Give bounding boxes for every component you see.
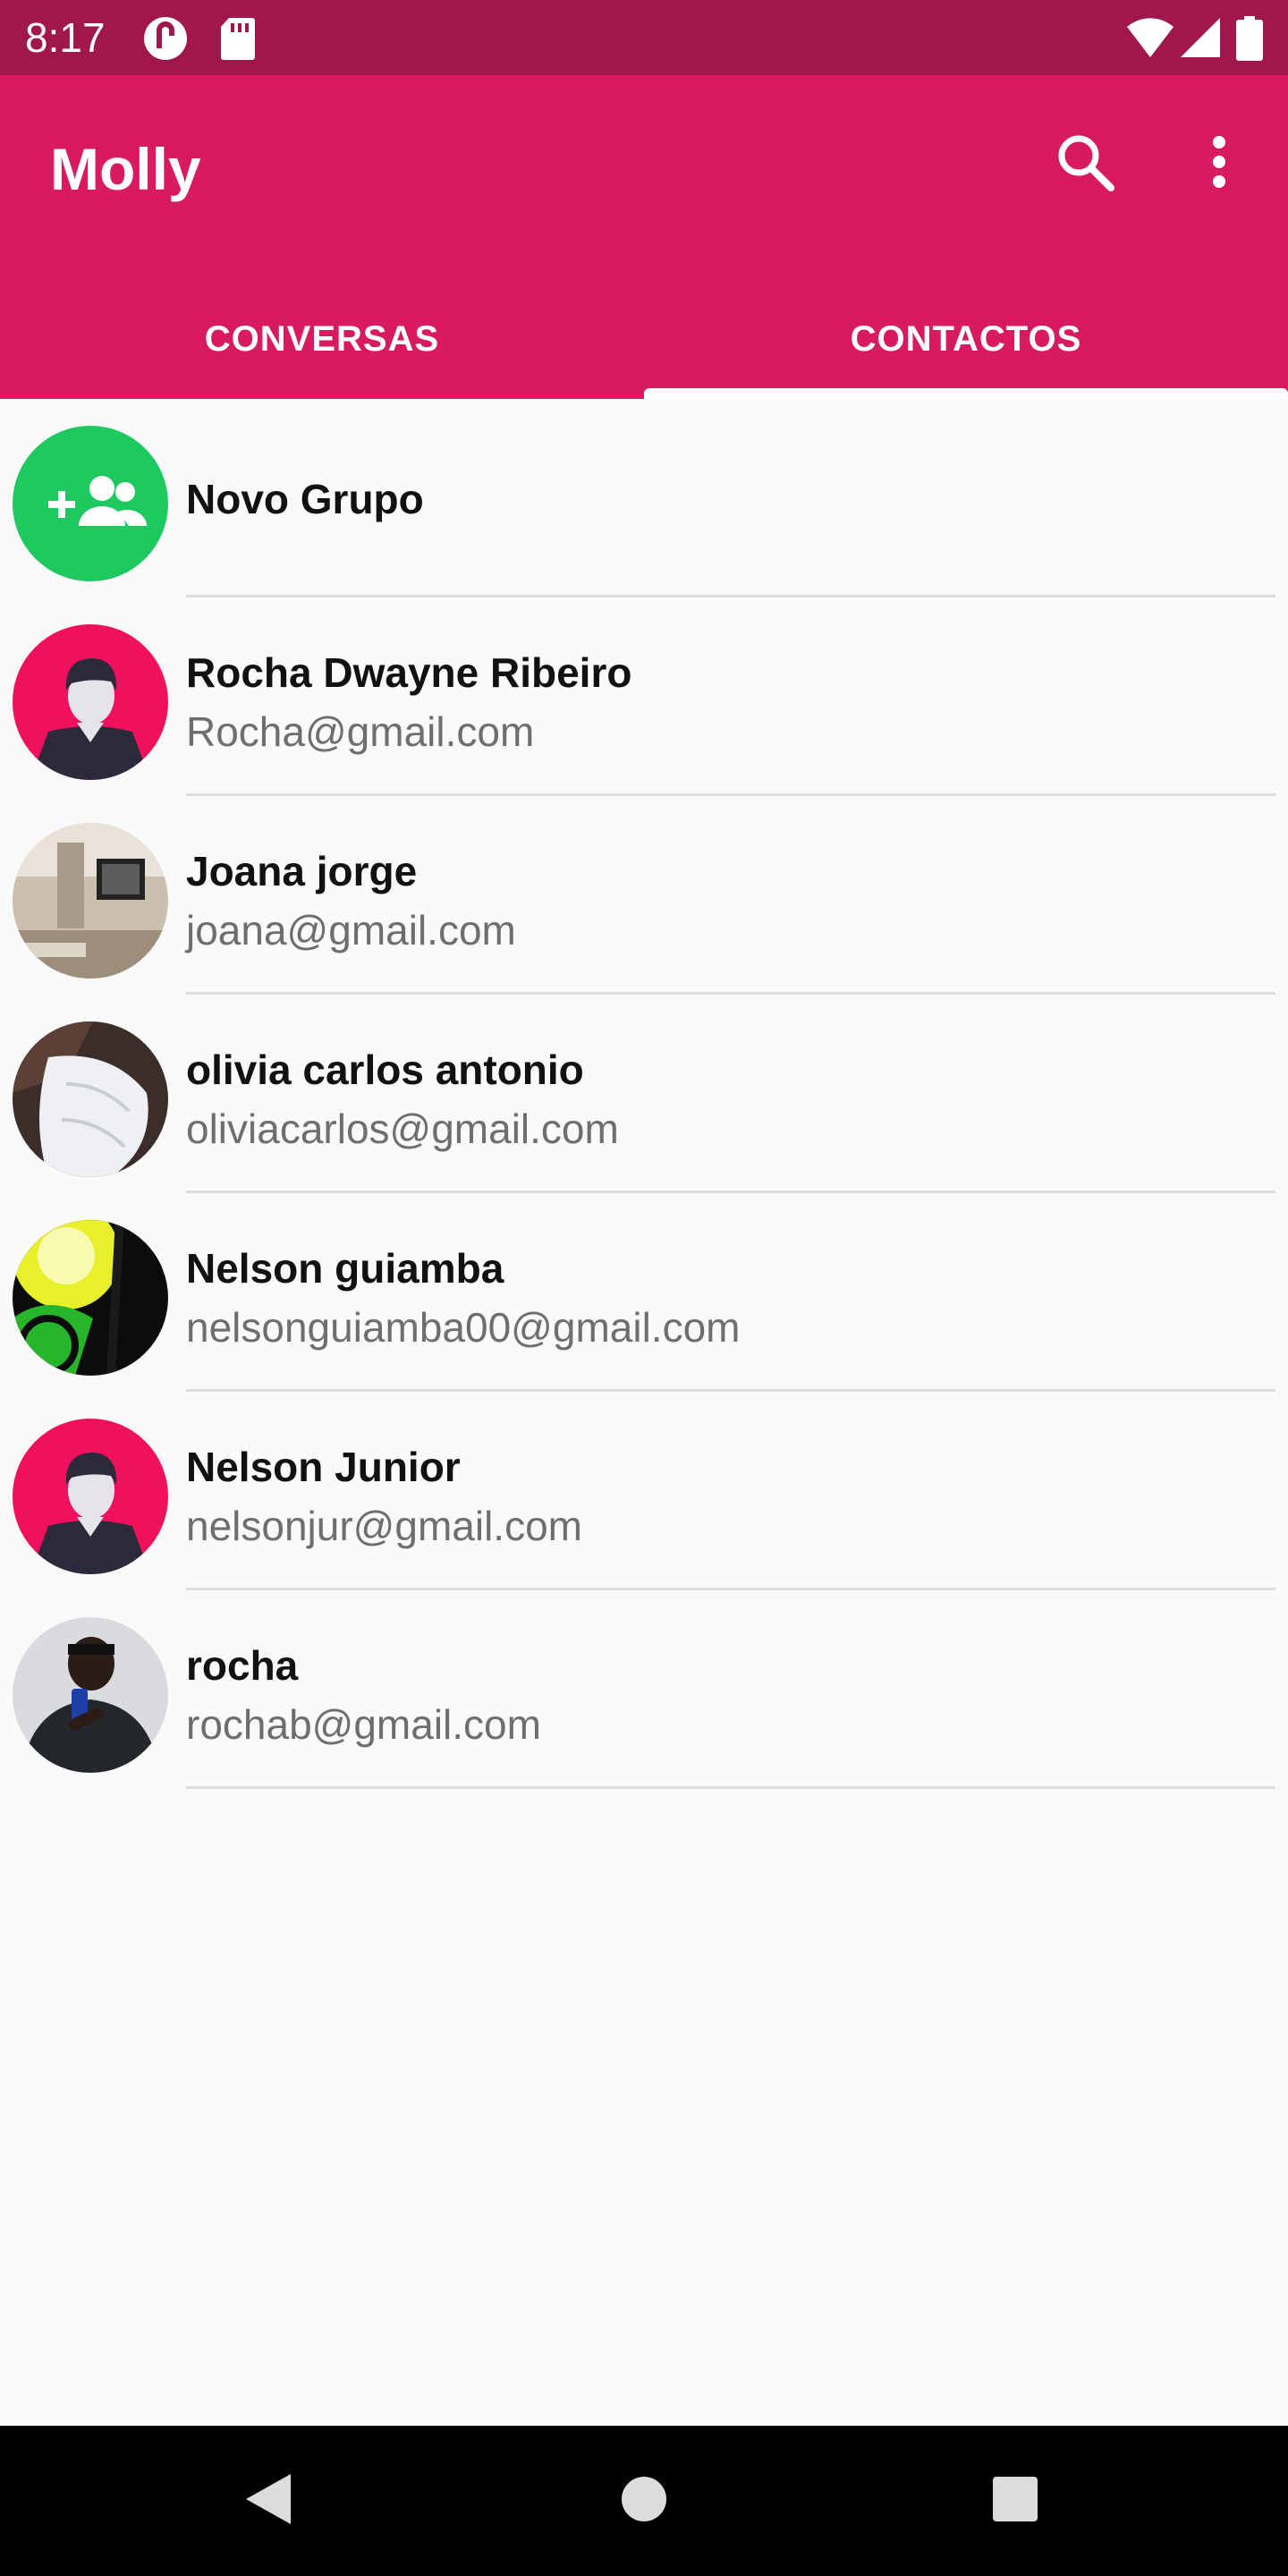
cell-signal-icon xyxy=(1179,16,1222,64)
contact-row[interactable]: Rocha Dwayne Ribeiro Rocha@gmail.com xyxy=(0,597,1288,796)
home-icon xyxy=(621,2476,667,2527)
contact-email: nelsonjur@gmail.com xyxy=(186,1503,582,1549)
contact-name: Nelson guiamba xyxy=(186,1245,504,1292)
status-bar: 8:17 xyxy=(0,0,1288,75)
contact-photo-avatar xyxy=(13,823,168,979)
contact-row[interactable]: rocha rochab@gmail.com xyxy=(0,1590,1288,1789)
contact-name: Joana jorge xyxy=(186,848,418,894)
battery-icon xyxy=(1236,16,1263,65)
status-time: 8:17 xyxy=(25,14,106,61)
tab-indicator xyxy=(644,388,1288,399)
new-group-row[interactable]: Novo Grupo xyxy=(0,399,1288,597)
tab-contactos[interactable]: CONTACTOS xyxy=(644,279,1288,399)
recents-icon xyxy=(992,2476,1038,2527)
contact-photo-avatar xyxy=(13,1220,168,1376)
wifi-icon xyxy=(1125,16,1175,64)
contact-email: Rocha@gmail.com xyxy=(186,708,535,755)
contact-email: nelsonguiamba00@gmail.com xyxy=(186,1304,741,1351)
tab-conversas[interactable]: CONVERSAS xyxy=(0,279,644,399)
group-add-icon xyxy=(13,426,168,581)
contact-email: rochab@gmail.com xyxy=(186,1701,541,1748)
new-group-label: Novo Grupo xyxy=(186,476,424,522)
sd-card-icon xyxy=(220,16,256,65)
contact-row[interactable]: Nelson Junior nelsonjur@gmail.com xyxy=(0,1392,1288,1590)
contact-name: Rocha Dwayne Ribeiro xyxy=(186,649,632,696)
contact-row[interactable]: olivia carlos antonio oliviacarlos@gmail… xyxy=(0,995,1288,1193)
notification-app-icon xyxy=(143,16,188,65)
divider xyxy=(186,1786,1275,1789)
home-button[interactable] xyxy=(599,2456,689,2546)
default-avatar xyxy=(13,624,168,780)
contact-name: olivia carlos antonio xyxy=(186,1046,584,1093)
recents-button[interactable] xyxy=(970,2456,1060,2546)
contact-photo-avatar xyxy=(13,1021,168,1177)
contact-photo-avatar xyxy=(13,1617,168,1773)
contact-row[interactable]: Joana jorge joana@gmail.com xyxy=(0,796,1288,995)
app-bar: Molly CONVERSAS CONTACTOS xyxy=(0,75,1288,399)
contact-name: rocha xyxy=(186,1642,299,1689)
app-title: Molly xyxy=(50,136,201,202)
back-button[interactable] xyxy=(224,2456,313,2546)
more-options-button[interactable] xyxy=(1170,114,1268,213)
search-button[interactable] xyxy=(1036,114,1134,213)
contact-row[interactable]: Nelson guiamba nelsonguiamba00@gmail.com xyxy=(0,1193,1288,1392)
contact-email: joana@gmail.com xyxy=(186,907,516,953)
contact-name: Nelson Junior xyxy=(186,1444,461,1490)
default-avatar xyxy=(13,1419,168,1574)
navigation-bar xyxy=(0,2426,1288,2576)
search-icon xyxy=(1055,132,1114,196)
more-vert-icon xyxy=(1210,135,1228,193)
contact-email: oliviacarlos@gmail.com xyxy=(186,1106,619,1152)
back-icon xyxy=(244,2472,292,2530)
